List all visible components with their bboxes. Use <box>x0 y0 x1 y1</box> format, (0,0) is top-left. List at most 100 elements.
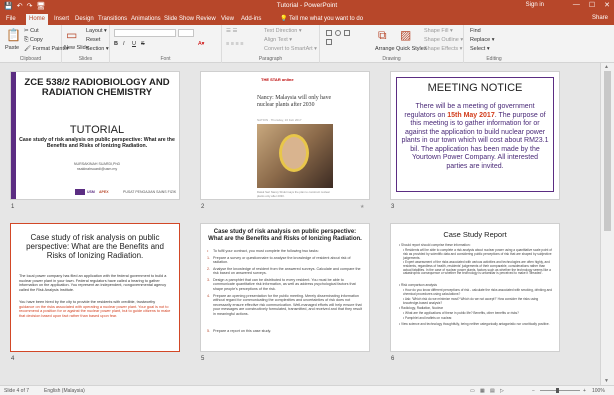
news-headline: Nancy: Malaysia will only have nuclear p… <box>257 95 332 108</box>
purple-accent-bar <box>11 72 16 199</box>
slide-thumbnail-3[interactable]: MEETING NOTICE There will be a meeting o… <box>390 71 560 200</box>
zoom-slider-knob[interactable] <box>556 388 559 393</box>
task-item-3: 3. Design a pamphlet that can be distribu… <box>207 278 356 291</box>
drawing-group: ⧉ Arrange ▨ Quick Styles Shape Fill ▾ Sh… <box>320 25 464 63</box>
report-line-5: • How do you know different perceptions … <box>403 288 552 296</box>
find-button[interactable]: Find <box>470 28 481 34</box>
tab-transitions[interactable]: Transitions <box>95 14 130 25</box>
section-button[interactable]: Section ▾ <box>86 46 109 52</box>
zoom-in-icon[interactable]: + <box>583 388 586 394</box>
author-email: nsakinahsuardi@usm.my <box>76 166 118 171</box>
school-logo-text: PUSAT PENGAJIAN SAINS FIZIK <box>123 190 177 194</box>
quick-styles-icon: ▨ <box>400 28 412 42</box>
paragraph-group: ☰ ☰ ≡ ≡ ≡ ≡ Text Direction ▾ Align Text … <box>222 25 320 63</box>
strikethrough-button[interactable]: S <box>141 41 145 47</box>
task-item-2: 2. Analyse the knowledge of resident from… <box>207 267 361 276</box>
window-title: Tutorial - PowerPoint <box>276 2 338 9</box>
tab-add-ins[interactable]: Add-ins <box>238 14 264 25</box>
cut-button[interactable]: ✂ Cut <box>24 28 39 34</box>
zoom-out-icon[interactable]: − <box>532 388 535 394</box>
copy-button[interactable]: ⎘ Copy <box>24 37 43 44</box>
report-title: Case Study Report <box>443 230 507 239</box>
bullets-icon[interactable]: ☰ ☰ <box>226 28 237 34</box>
news-meta: NATION · Thursday, 16 Feb 2017 <box>257 118 302 122</box>
underline-button[interactable]: U <box>132 41 136 47</box>
quick-styles-button[interactable]: Quick Styles <box>396 46 427 52</box>
font-name-box[interactable] <box>114 29 176 37</box>
shape-effects-button[interactable]: Shape Effects ▾ <box>424 46 462 52</box>
align-icons[interactable]: ≡ ≡ ≡ ≡ <box>226 41 243 47</box>
normal-view-icon[interactable]: ▭ <box>470 388 475 394</box>
slide-number-5: 5 <box>201 356 205 362</box>
tab-design[interactable]: Design <box>72 14 97 25</box>
report-line-6: • Ask: 'Which risk do we minimize most? … <box>403 297 539 305</box>
slide-thumbnail-2[interactable]: THE STAR online Nancy: Malaysia will onl… <box>200 71 370 200</box>
font-size-box[interactable] <box>178 29 194 37</box>
person-face <box>279 134 309 172</box>
text-direction-button[interactable]: Text Direction ▾ <box>264 28 302 34</box>
font-group: B I U S A▾ Font <box>110 25 222 63</box>
shape-fill-button[interactable]: Shape Fill ▾ <box>424 28 453 34</box>
usm-logo-text: USM <box>87 190 95 194</box>
oval-shape-icon[interactable] <box>335 30 341 36</box>
case-study-title: Case study of risk analysis on public pe… <box>26 233 164 260</box>
tab-review[interactable]: Review <box>193 14 219 25</box>
sign-in-link[interactable]: Sign in <box>526 2 544 8</box>
align-text-button[interactable]: Align Text ▾ <box>264 37 292 43</box>
language[interactable]: English (Malaysia) <box>44 388 85 394</box>
tab-animations[interactable]: Animations <box>128 14 164 25</box>
textbox-shape-icon[interactable] <box>326 39 332 45</box>
zoom-slider[interactable] <box>540 390 580 391</box>
case-study-heading: Case study of risk analysis on public pe… <box>19 137 175 149</box>
select-button[interactable]: Select ▾ <box>470 46 490 52</box>
minimize-icon[interactable]: — <box>573 1 580 9</box>
window-controls: — ☐ ✕ <box>573 1 610 9</box>
slide-thumbnail-5[interactable]: Case study of risk analysis on public pe… <box>200 223 370 352</box>
zoom-level[interactable]: 100% <box>592 388 605 394</box>
editing-group: Find Replace ▾ Select ▾ Editing <box>464 25 524 63</box>
vertical-scrollbar[interactable]: ▲ ▼ <box>600 63 614 385</box>
slide-thumbnail-4[interactable]: Case study of risk analysis on public pe… <box>10 223 180 352</box>
tab-insert[interactable]: Insert <box>51 14 72 25</box>
scroll-up-icon[interactable]: ▲ <box>604 64 609 70</box>
transition-star-icon: ★ <box>360 204 365 210</box>
tasks-title: Case study of risk analysis on public pe… <box>208 229 362 242</box>
author-block: NURSAKINAH SUARDI,PhD nsakinahsuardi@usm… <box>19 162 175 171</box>
close-icon[interactable]: ✕ <box>604 1 610 9</box>
slide-count: Slide 4 of 7 <box>4 388 30 394</box>
slide-sorter-view-icon[interactable]: ▦ <box>480 388 485 394</box>
scrollbar-thumb[interactable] <box>604 71 611 231</box>
convert-to-smartart-button[interactable]: Convert to SmartArt ▾ <box>264 46 317 52</box>
share-button[interactable]: Share <box>592 15 608 21</box>
font-color-icon[interactable]: A▾ <box>198 41 204 47</box>
news-caption: Datuk Seri Nancy Shukri says the plan to… <box>257 190 330 198</box>
reset-button[interactable]: Reset <box>86 37 100 43</box>
paste-button[interactable]: Paste <box>5 45 19 51</box>
shape-outline-button[interactable]: Shape Outline ▾ <box>424 37 463 43</box>
line-shape-icon[interactable] <box>344 30 350 36</box>
tab-view[interactable]: View <box>218 14 237 25</box>
slides-label: Slides <box>78 56 93 62</box>
slide-thumbnail-1[interactable]: ZCE 538/2 RADIOBIOLOGY AND RADIATION CHE… <box>10 71 180 200</box>
course-title: ZCE 538/2 RADIOBIOLOGY AND RADIATION CHE… <box>24 77 170 98</box>
paste-icon: 📋 <box>6 28 21 42</box>
tell-me-search[interactable]: 💡 Tell me what you want to do <box>280 15 363 22</box>
bold-button[interactable]: B <box>114 41 118 47</box>
italic-button[interactable]: I <box>123 41 125 47</box>
replace-button[interactable]: Replace ▾ <box>470 37 494 43</box>
maximize-icon[interactable]: ☐ <box>589 1 595 9</box>
task-item-5: 5. Prepare a report on this case study. <box>207 329 272 333</box>
slide-sorter: ZCE 538/2 RADIOBIOLOGY AND RADIATION CHE… <box>0 63 600 385</box>
layout-button[interactable]: Layout ▾ <box>86 28 107 34</box>
tab-home[interactable]: Home <box>26 14 49 25</box>
tab-file[interactable]: File <box>3 14 19 25</box>
reading-view-icon[interactable]: ▤ <box>490 388 495 394</box>
scroll-down-icon[interactable]: ▼ <box>604 378 609 384</box>
tab-slide-show[interactable]: Slide Show <box>161 14 197 25</box>
meeting-date: 15th May 2017 <box>447 111 495 119</box>
slide-number-2: 2 <box>201 204 205 210</box>
slideshow-view-icon[interactable]: ▷ <box>500 388 504 394</box>
slide-thumbnail-6[interactable]: Case Study Report • Should report should… <box>390 223 560 352</box>
arrange-button[interactable]: Arrange <box>375 46 395 52</box>
rectangle-shape-icon[interactable] <box>326 30 332 36</box>
